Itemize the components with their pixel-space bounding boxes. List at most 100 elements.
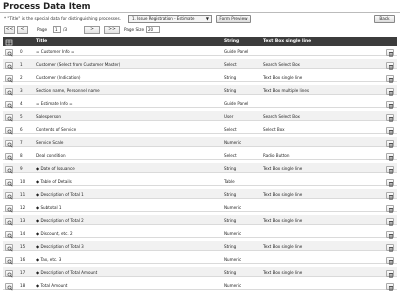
table-row: 1 Customer (Select from Customer Master) S… bbox=[3, 59, 397, 70]
trash-icon[interactable] bbox=[386, 231, 394, 239]
row-type: String bbox=[224, 75, 237, 80]
trash-icon[interactable] bbox=[386, 114, 394, 122]
row-title: ◆ Description of Total Amount bbox=[36, 270, 98, 275]
page-size-select[interactable]: 20 bbox=[146, 26, 160, 33]
table-row: 17 ◆ Description of Total Amount String Tex… bbox=[3, 267, 397, 278]
first-page-button[interactable]: << bbox=[4, 26, 15, 34]
trash-icon[interactable] bbox=[386, 75, 394, 83]
trash-icon[interactable] bbox=[386, 62, 394, 70]
trash-icon[interactable] bbox=[386, 244, 394, 252]
magnifier-icon[interactable] bbox=[5, 153, 13, 161]
magnifier-icon[interactable] bbox=[5, 218, 13, 226]
table-row: 13 ◆ Description of Total 2 String Text Box… bbox=[3, 215, 397, 226]
page-number-input[interactable]: 1 bbox=[53, 26, 61, 33]
last-page-button[interactable]: >> bbox=[104, 26, 120, 34]
row-number: 8 bbox=[20, 153, 23, 158]
magnifier-icon[interactable] bbox=[5, 88, 13, 96]
trash-icon[interactable] bbox=[386, 192, 394, 200]
row-number: 17 bbox=[20, 270, 26, 275]
magnifier-icon[interactable] bbox=[5, 231, 13, 239]
trash-icon[interactable] bbox=[386, 205, 394, 213]
prev-page-button[interactable]: < bbox=[17, 26, 28, 34]
trash-icon[interactable] bbox=[386, 270, 394, 278]
row-title: ◆ Discount, etc. 2 bbox=[36, 231, 73, 236]
magnifier-icon[interactable] bbox=[5, 101, 13, 109]
row-number: 5 bbox=[20, 114, 23, 119]
magnifier-icon[interactable] bbox=[5, 62, 13, 70]
row-number: 16 bbox=[20, 257, 26, 262]
row-number: 6 bbox=[20, 127, 23, 132]
table-row: 3 Section name, Personnel name String Text … bbox=[3, 85, 397, 96]
magnifier-icon[interactable] bbox=[5, 205, 13, 213]
trash-icon[interactable] bbox=[386, 179, 394, 187]
magnifier-icon[interactable] bbox=[5, 244, 13, 252]
table-row: 5 Salesperson User Search Select Box bbox=[3, 111, 397, 122]
trash-icon[interactable] bbox=[386, 153, 394, 161]
magnifier-icon[interactable] bbox=[5, 140, 13, 148]
trash-icon[interactable] bbox=[386, 283, 394, 291]
trash-icon[interactable] bbox=[386, 140, 394, 148]
row-type: Table bbox=[224, 179, 235, 184]
table-row: 0 = Customer Info = Guide Panel bbox=[3, 46, 397, 57]
magnifier-icon[interactable] bbox=[5, 283, 13, 291]
row-number: 15 bbox=[20, 244, 26, 249]
form-preview-button[interactable]: Form Preview bbox=[216, 15, 251, 23]
row-title: ◆ Description of Total 1 bbox=[36, 192, 84, 197]
page-label: Page bbox=[37, 27, 48, 32]
trash-icon[interactable] bbox=[386, 218, 394, 226]
row-type: String bbox=[224, 218, 237, 223]
back-button[interactable]: Back bbox=[374, 15, 395, 23]
magnifier-icon[interactable] bbox=[5, 257, 13, 265]
column-header-type: String bbox=[224, 39, 240, 44]
row-type: Numeric bbox=[224, 205, 242, 210]
table-row: 7 Service Scale Numeric bbox=[3, 137, 397, 148]
trash-icon[interactable] bbox=[386, 49, 394, 57]
row-number: 4 bbox=[20, 101, 23, 106]
row-number: 0 bbox=[20, 49, 23, 54]
row-input: Search Select Box bbox=[263, 62, 300, 67]
row-type: Numeric bbox=[224, 283, 242, 288]
row-input: Search Select Box bbox=[263, 114, 300, 119]
magnifier-icon[interactable] bbox=[5, 270, 13, 278]
row-type: String bbox=[224, 166, 237, 171]
next-page-button[interactable]: > bbox=[84, 26, 100, 34]
row-title: ◆ Subtotal 1 bbox=[36, 205, 62, 210]
magnifier-icon[interactable] bbox=[5, 166, 13, 174]
row-input: Text Box single line bbox=[263, 270, 303, 275]
magnifier-icon[interactable] bbox=[5, 127, 13, 135]
row-input: Select Box bbox=[263, 127, 285, 132]
row-type: Numeric bbox=[224, 257, 242, 262]
table-row: 6 Contents of Service Select Select Box bbox=[3, 124, 397, 135]
row-title: Contents of Service bbox=[36, 127, 77, 132]
row-type: String bbox=[224, 270, 237, 275]
magnifier-icon[interactable] bbox=[5, 114, 13, 122]
row-title: ◆ Description of Total 2 bbox=[36, 218, 84, 223]
row-title: Customer (Indication) bbox=[36, 75, 81, 80]
trash-icon[interactable] bbox=[386, 88, 394, 96]
page-title: Process Data Item bbox=[3, 2, 91, 12]
row-number: 10 bbox=[20, 179, 26, 184]
special-data-note: * "Title" is the special data for distin… bbox=[4, 16, 122, 21]
row-title: = Estimate Info = bbox=[36, 101, 73, 106]
table-row: 16 ◆ Tax, etc. 3 Numeric bbox=[3, 254, 397, 265]
trash-icon[interactable] bbox=[386, 101, 394, 109]
magnifier-icon[interactable] bbox=[5, 192, 13, 200]
page-size-label: Page Size bbox=[124, 27, 145, 32]
row-input: Text Box single line bbox=[263, 218, 303, 223]
row-input: Text Box single line bbox=[263, 244, 303, 249]
row-type: User bbox=[224, 114, 234, 119]
column-header-title: Title bbox=[36, 39, 48, 44]
row-number: 9 bbox=[20, 166, 23, 171]
page-header: Process Data Item bbox=[0, 0, 400, 13]
trash-icon[interactable] bbox=[386, 127, 394, 135]
row-type: Guide Panel bbox=[224, 101, 249, 106]
magnifier-icon[interactable] bbox=[5, 49, 13, 57]
magnifier-icon[interactable] bbox=[5, 179, 13, 187]
row-type: Numeric bbox=[224, 140, 242, 145]
process-select[interactable]: 1. Issue Registration - Estimate ▼ bbox=[128, 15, 212, 23]
trash-icon[interactable] bbox=[386, 166, 394, 174]
row-type: Select bbox=[224, 62, 237, 67]
row-number: 3 bbox=[20, 88, 23, 93]
trash-icon[interactable] bbox=[386, 257, 394, 265]
magnifier-icon[interactable] bbox=[5, 75, 13, 83]
